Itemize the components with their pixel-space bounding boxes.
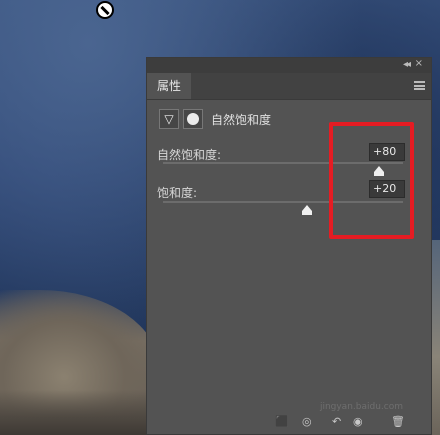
- not-allowed-cursor-icon: [96, 1, 114, 19]
- close-icon[interactable]: ×: [415, 58, 423, 69]
- layer-mask-icon[interactable]: [183, 109, 203, 129]
- clip-to-layer-icon[interactable]: ⬛: [275, 415, 289, 428]
- collapse-icon[interactable]: ◂◂: [403, 59, 411, 70]
- trash-icon[interactable]: 🗑: [391, 415, 405, 428]
- properties-panel: ◂◂ × 属性 ▽ 自然饱和度 自然饱和度: +80 饱和度: +20 ⬛ ◎ …: [146, 57, 432, 435]
- saturation-label: 饱和度:: [157, 186, 198, 200]
- adjustment-layer-icon[interactable]: ▽: [159, 109, 179, 129]
- panel-menu-icon[interactable]: [414, 81, 425, 90]
- watermark: jingyan.baidu.com: [319, 402, 403, 412]
- panel-title-bar[interactable]: ◂◂ ×: [147, 58, 431, 73]
- panel-footer: ⬛ ◎ ↶ ◉ 🗑: [147, 410, 431, 434]
- vibrance-label: 自然饱和度:: [157, 148, 222, 162]
- view-previous-icon[interactable]: ◎: [302, 415, 312, 428]
- reset-icon[interactable]: ↶: [332, 415, 341, 428]
- tab-properties[interactable]: 属性: [147, 73, 191, 99]
- highlight-annotation: [329, 122, 414, 239]
- visibility-eye-icon[interactable]: ◉: [353, 415, 363, 428]
- panel-header: 属性: [147, 73, 431, 100]
- saturation-slider-thumb[interactable]: [302, 205, 312, 215]
- adjustment-title: 自然饱和度: [211, 113, 272, 127]
